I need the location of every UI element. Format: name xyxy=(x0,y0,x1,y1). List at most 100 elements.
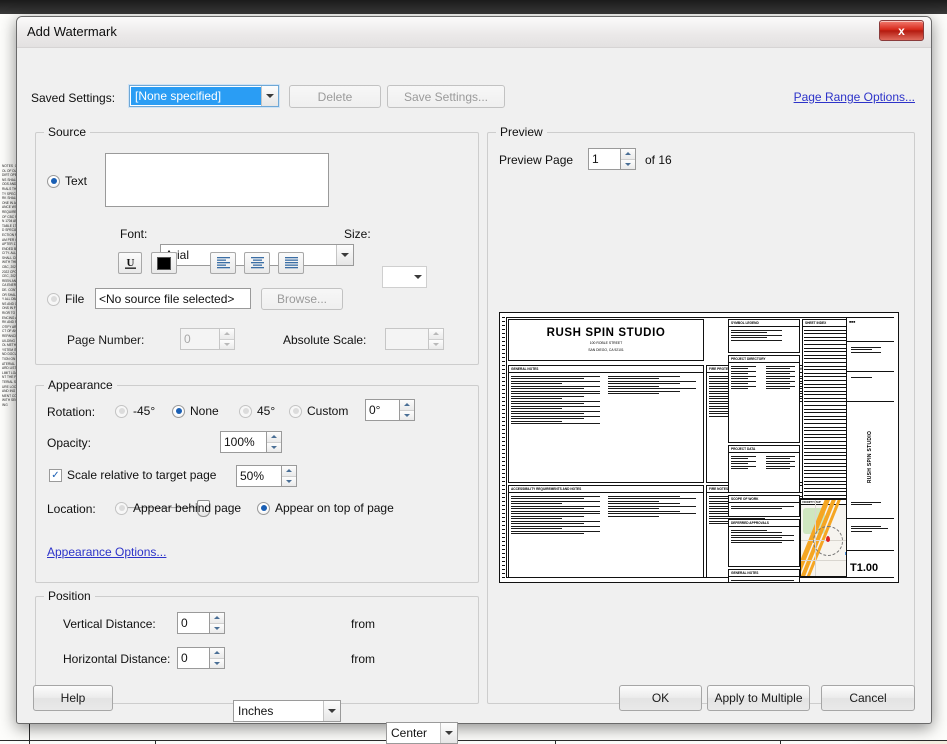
color-swatch-inner xyxy=(157,256,171,270)
stepper-up-icon[interactable] xyxy=(621,149,635,160)
preview-thumbnail[interactable]: RUSH SPIN STUDIO 100 ROBLE STREET SAN DI… xyxy=(499,312,899,583)
horizontal-distance-input[interactable]: 0 xyxy=(177,647,210,669)
close-icon[interactable]: x xyxy=(879,20,924,41)
underline-icon[interactable]: U xyxy=(118,252,142,274)
source-file-path[interactable]: <No source file selected> xyxy=(95,288,251,309)
appearance-legend: Appearance xyxy=(48,378,113,392)
location-option-behind[interactable]: Appear behind page xyxy=(115,501,241,515)
stepper-up-icon[interactable] xyxy=(400,400,414,411)
add-watermark-dialog: Add Watermark x Saved Settings: [None sp… xyxy=(16,16,932,744)
rotation-custom-radio[interactable] xyxy=(289,404,302,418)
custom-angle-stepper[interactable] xyxy=(400,399,415,421)
underline-glyph: U xyxy=(124,257,136,269)
dialog-title-bar: Add Watermark x xyxy=(17,17,931,48)
location-option-top[interactable]: Appear on top of page xyxy=(257,501,394,515)
align-left-glyph xyxy=(216,257,230,269)
size-label: Size: xyxy=(344,227,371,241)
stepper-up-icon[interactable] xyxy=(210,648,224,659)
align-justify-icon[interactable] xyxy=(278,252,304,274)
text-color-swatch[interactable] xyxy=(151,252,177,274)
delete-settings-button[interactable]: Delete xyxy=(289,85,381,108)
chevron-down-icon xyxy=(323,701,340,721)
block-body xyxy=(729,453,799,472)
rotation-minus45-radio[interactable] xyxy=(115,404,128,418)
rotation-label: Rotation: xyxy=(47,405,96,419)
block-heading: SYMBOL LEGEND xyxy=(729,320,799,327)
source-file-radio-row[interactable]: File xyxy=(47,292,84,306)
sheet-title-block: ■■■ RUSH SPIN STUDIO T1.00 xyxy=(846,318,894,577)
browse-button[interactable]: Browse... xyxy=(261,288,343,310)
vertical-distance-stepper[interactable] xyxy=(210,612,225,634)
location-behind-radio[interactable] xyxy=(115,501,128,515)
opacity-stepper[interactable] xyxy=(267,431,282,453)
preview-page-input[interactable]: 1 xyxy=(588,148,621,170)
absolute-scale-stepper[interactable] xyxy=(429,328,444,350)
scale-stepper[interactable] xyxy=(282,465,297,487)
block-heading: ACCESSIBILITY REQUIREMENTS AND NOTES xyxy=(509,486,703,493)
saved-settings-dropdown[interactable]: [None specified] xyxy=(128,84,280,108)
absolute-scale-input[interactable] xyxy=(385,328,429,350)
custom-angle-input[interactable]: 0° xyxy=(365,399,400,421)
rotation-option-45[interactable]: 45° xyxy=(239,404,275,418)
scale-input[interactable]: 50% xyxy=(236,465,282,487)
appearance-options-link[interactable]: Appearance Options... xyxy=(47,545,166,559)
watermark-text-input[interactable] xyxy=(105,153,329,207)
vertical-distance-input[interactable]: 0 xyxy=(177,612,210,634)
stepper-down-icon[interactable] xyxy=(400,410,414,420)
stepper-down-icon[interactable] xyxy=(429,339,443,349)
horizontal-distance-stepper[interactable] xyxy=(210,647,225,669)
help-button[interactable]: Help xyxy=(33,685,113,711)
page-number-stepper[interactable] xyxy=(220,328,235,350)
scale-relative-checkbox[interactable]: ✓ xyxy=(49,468,62,482)
page-range-options-link[interactable]: Page Range Options... xyxy=(794,90,915,104)
text-radio[interactable] xyxy=(47,174,60,188)
source-text-radio-row[interactable]: Text xyxy=(47,174,87,188)
sheet-block-project-directory: PROJECT DIRECTORY xyxy=(728,355,800,443)
rotation-option-minus45[interactable]: -45° xyxy=(115,404,155,418)
vertical-origin-value: Center xyxy=(391,726,428,740)
stepper-down-icon[interactable] xyxy=(267,442,281,452)
align-left-icon[interactable] xyxy=(210,252,236,274)
stepper-up-icon[interactable] xyxy=(267,432,281,443)
rotation-45-label: 45° xyxy=(257,404,276,418)
rotation-45-radio[interactable] xyxy=(239,404,252,418)
stepper-up-icon[interactable] xyxy=(220,329,234,340)
preview-page-stepper[interactable] xyxy=(621,148,636,170)
stepper-down-icon[interactable] xyxy=(621,159,635,169)
block-body xyxy=(729,527,799,546)
rotation-option-custom[interactable]: Custom xyxy=(289,404,348,418)
opacity-input[interactable]: 100% xyxy=(220,431,267,453)
apply-to-multiple-button[interactable]: Apply to Multiple xyxy=(707,685,810,711)
rotation-option-none[interactable]: None xyxy=(172,404,219,418)
sheet-address-1: 100 ROBLE STREET xyxy=(589,341,623,345)
save-settings-button[interactable]: Save Settings... xyxy=(387,85,505,108)
cancel-button[interactable]: Cancel xyxy=(821,685,915,711)
chevron-down-icon xyxy=(440,723,457,743)
page-number-label: Page Number: xyxy=(67,333,145,347)
chevron-down-icon xyxy=(261,86,278,106)
sheet-address-2: SAN DIEGO, CA 92101 xyxy=(588,348,624,352)
vertical-distance-label: Vertical Distance: xyxy=(63,617,156,631)
scale-relative-checkbox-row[interactable]: ✓ Scale relative to target page xyxy=(49,468,216,482)
page-number-input[interactable]: 0 xyxy=(180,328,220,350)
stepper-down-icon[interactable] xyxy=(220,339,234,349)
stepper-up-icon[interactable] xyxy=(210,613,224,624)
align-justify-glyph xyxy=(284,257,298,269)
ok-button[interactable]: OK xyxy=(619,685,702,711)
file-radio[interactable] xyxy=(47,292,60,306)
vertical-origin-dropdown[interactable]: Center xyxy=(386,722,458,744)
rotation-none-radio[interactable] xyxy=(172,404,185,418)
text-radio-label: Text xyxy=(65,174,88,188)
stepper-up-icon[interactable] xyxy=(282,466,296,477)
location-top-radio[interactable] xyxy=(257,501,270,515)
sheet-block-general-notes-2: GENERAL NOTES xyxy=(728,569,800,582)
stepper-down-icon[interactable] xyxy=(282,476,296,486)
stepper-down-icon[interactable] xyxy=(210,623,224,633)
stepper-down-icon[interactable] xyxy=(210,658,224,668)
size-dropdown[interactable] xyxy=(382,266,427,288)
stepper-up-icon[interactable] xyxy=(429,329,443,340)
align-center-icon[interactable] xyxy=(244,252,270,274)
sheet-project-title: RUSH SPIN STUDIO xyxy=(546,327,666,339)
horizontal-from-label: from xyxy=(351,652,375,666)
vertical-unit-dropdown[interactable]: Inches xyxy=(233,700,341,722)
